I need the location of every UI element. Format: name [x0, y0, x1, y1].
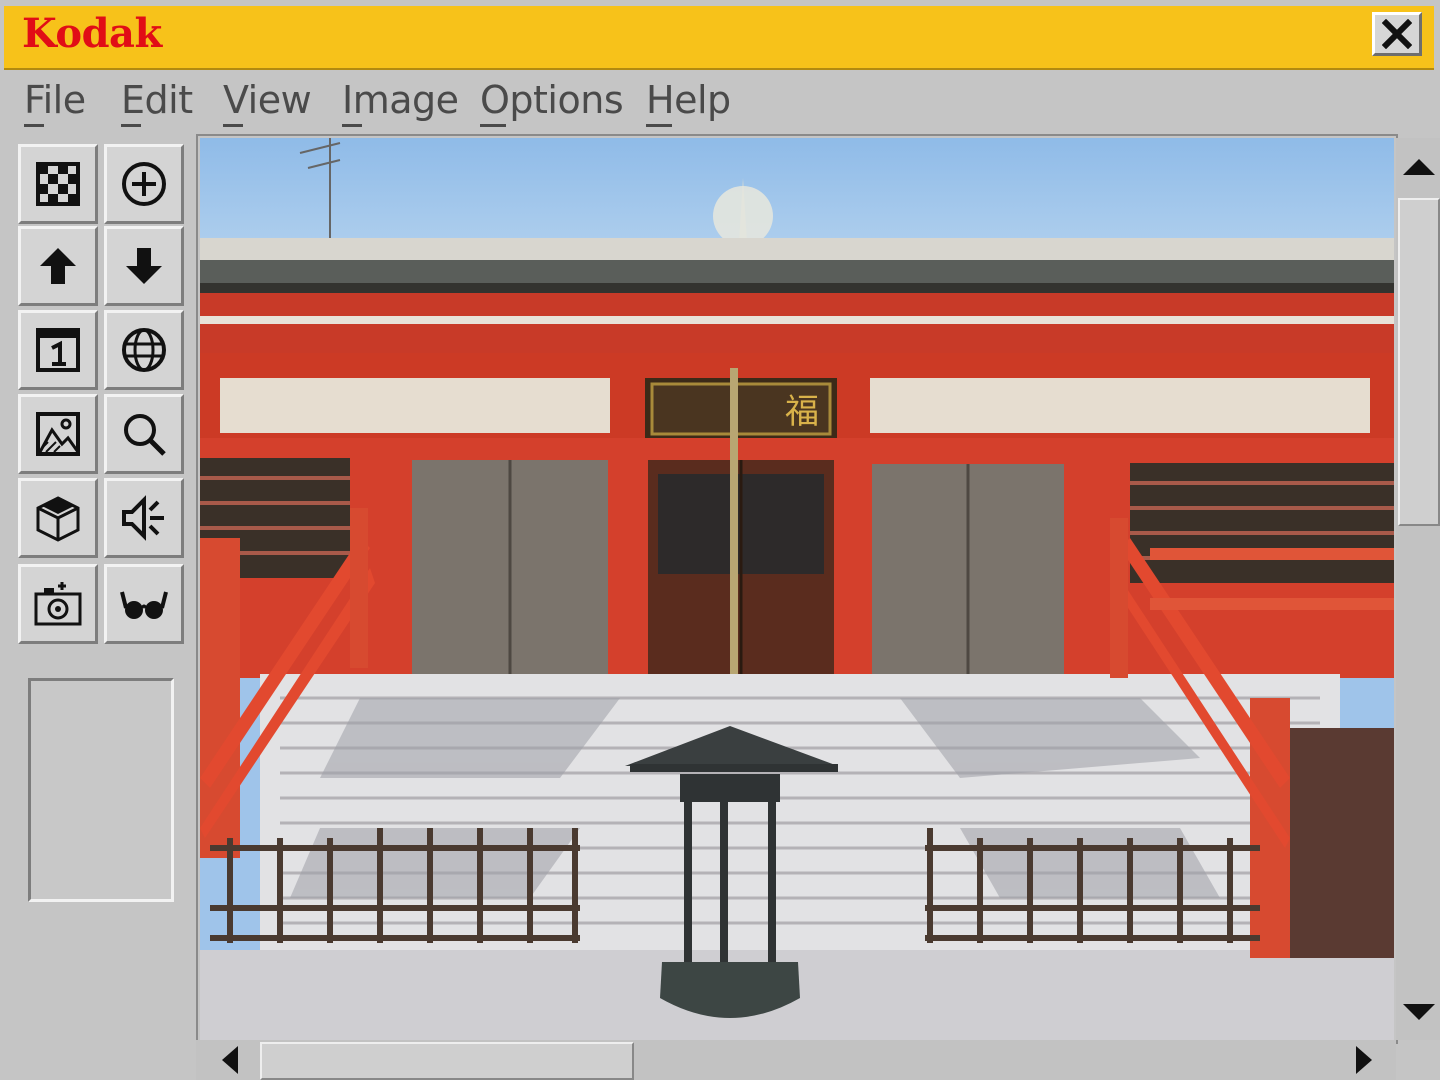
scroll-right-icon	[1356, 1046, 1372, 1074]
sound-button[interactable]	[104, 478, 184, 558]
scroll-up-button[interactable]	[1398, 138, 1440, 196]
menu-edit[interactable]: Edit	[121, 78, 193, 127]
menu-image[interactable]: Image	[342, 78, 459, 127]
scroll-up-icon	[1403, 159, 1435, 175]
menu-options[interactable]: Options	[480, 78, 624, 127]
menu-view[interactable]: View	[223, 78, 312, 127]
magnifier-button[interactable]	[104, 394, 184, 474]
zoom-plus-icon	[122, 162, 166, 206]
globe-button[interactable]	[104, 310, 184, 390]
picture-icon	[36, 412, 80, 456]
picture-button[interactable]	[18, 394, 98, 474]
title-bar: Kodak	[0, 0, 1440, 72]
globe-icon	[122, 328, 166, 372]
arrow-up-icon	[40, 248, 76, 284]
vertical-scroll-thumb[interactable]	[1398, 198, 1440, 526]
menu-image-label: Image	[342, 78, 459, 122]
move-down-button[interactable]	[104, 226, 184, 306]
menu-edit-label: Edit	[121, 78, 193, 122]
close-button[interactable]	[1372, 12, 1422, 56]
thumbnail-preview-box	[28, 678, 174, 902]
tool-palette	[0, 134, 196, 1080]
menu-bar: File Edit View Image Options Help	[0, 72, 1440, 134]
app-brand-logo: Kodak	[22, 10, 162, 57]
menu-options-label: Options	[480, 78, 624, 122]
close-icon	[1382, 19, 1412, 49]
magnifier-icon	[124, 414, 166, 456]
horizontal-scroll-thumb[interactable]	[260, 1042, 634, 1080]
scroll-left-button[interactable]	[202, 1040, 258, 1080]
zoom-plus-button[interactable]	[104, 144, 184, 224]
vertical-scrollbar[interactable]	[1396, 138, 1440, 1040]
checkerboard-button[interactable]	[18, 144, 98, 224]
single-frame-button[interactable]	[18, 310, 98, 390]
move-up-button[interactable]	[18, 226, 98, 306]
camera-button[interactable]	[18, 564, 98, 644]
arrow-down-icon	[126, 248, 162, 284]
camera-icon	[34, 582, 82, 626]
menu-view-label: View	[223, 78, 312, 122]
title-bar-fill	[4, 6, 1434, 70]
plaque-text: 福	[785, 392, 819, 432]
cube-button[interactable]	[18, 478, 98, 558]
checkerboard-icon	[36, 162, 80, 206]
speaker-icon	[122, 495, 164, 541]
image-viewport[interactable]: 福	[200, 138, 1394, 1040]
menu-file[interactable]: File	[24, 78, 86, 127]
viewer-button[interactable]	[104, 564, 184, 644]
cube-icon	[36, 496, 80, 542]
scroll-right-button[interactable]	[1336, 1040, 1392, 1080]
scroll-left-icon	[222, 1046, 238, 1074]
temple-photo: 福	[200, 138, 1394, 1040]
menu-help[interactable]: Help	[646, 78, 731, 127]
menu-help-label: Help	[646, 78, 731, 122]
scroll-down-button[interactable]	[1398, 984, 1440, 1040]
scroll-down-icon	[1403, 1004, 1435, 1020]
menu-file-label: File	[24, 78, 86, 122]
calendar-one-icon	[36, 328, 80, 372]
glasses-icon	[120, 591, 168, 619]
horizontal-scrollbar[interactable]	[196, 1040, 1396, 1080]
